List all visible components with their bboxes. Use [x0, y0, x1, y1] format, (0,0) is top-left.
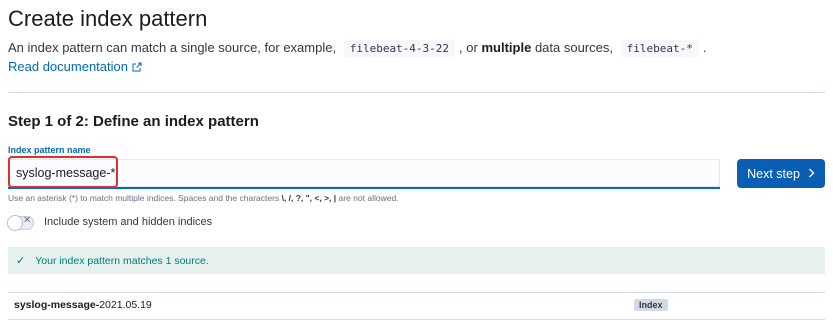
step-title: Step 1 of 2: Define an index pattern: [8, 113, 259, 130]
index-name-match: syslog-message-: [14, 299, 100, 311]
read-documentation-label: Read documentation: [8, 59, 128, 74]
index-pattern-field: [8, 159, 720, 189]
help-text-chars: \, /, ?, ", <, >, |: [281, 193, 337, 203]
index-pattern-input[interactable]: [8, 159, 720, 187]
index-name: syslog-message-2021.05.19: [14, 299, 152, 311]
index-type-badge: Index: [634, 299, 668, 311]
example-multi-source: filebeat-*: [620, 40, 699, 57]
include-hidden-toggle[interactable]: ✕: [8, 215, 34, 230]
cross-icon: ✕: [23, 215, 32, 226]
next-step-label: Next step: [747, 166, 800, 181]
toggle-knob: [8, 216, 22, 230]
check-icon: ✓: [16, 255, 26, 267]
help-text-suffix: are not allowed.: [338, 193, 399, 203]
page-description: An index pattern can match a single sour…: [8, 40, 707, 57]
description-end: .: [702, 40, 707, 55]
example-single-source: filebeat-4-3-22: [343, 40, 456, 57]
section-divider: [8, 92, 825, 93]
description-text: An index pattern can match a single sour…: [8, 40, 337, 55]
include-hidden-label: Include system and hidden indices: [44, 216, 213, 228]
match-callout: ✓ Your index pattern matches 1 source.: [8, 247, 825, 274]
index-pattern-name-label: Index pattern name: [8, 145, 91, 155]
help-text-prefix: Use an asterisk (*) to match multiple in…: [8, 193, 280, 203]
description-mid: , or: [459, 40, 478, 55]
next-step-button[interactable]: Next step: [737, 159, 825, 188]
read-documentation-link[interactable]: Read documentation: [8, 59, 142, 75]
description-after-bold: data sources,: [534, 40, 613, 55]
page-title: Create index pattern: [8, 6, 208, 31]
table-row: syslog-message-2021.05.19 Index: [8, 292, 825, 320]
description-bold: multiple: [481, 40, 532, 55]
match-message: Your index pattern matches 1 source.: [35, 254, 209, 267]
popout-icon: [132, 60, 142, 75]
index-name-rest: 2021.05.19: [99, 299, 152, 311]
field-help-text: Use an asterisk (*) to match multiple in…: [8, 193, 399, 203]
chevron-right-icon: [808, 167, 815, 181]
